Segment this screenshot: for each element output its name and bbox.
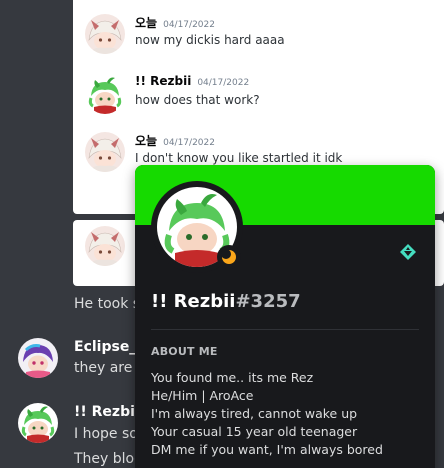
about-me-heading: ABOUT ME xyxy=(151,345,218,358)
hypesquad-balance-icon[interactable] xyxy=(399,243,417,261)
profile-tag: #3257 xyxy=(235,291,301,312)
quoted-timestamp: 04/17/2022 xyxy=(197,78,250,88)
user-profile-popout: !! Rezbii#3257 ABOUT ME You found me.. i… xyxy=(135,165,435,468)
about-me-line: Your casual 15 year old teenager xyxy=(151,424,358,439)
quoted-message: 오늘 04/17/2022 now my dickis hard aaaa xyxy=(85,14,285,54)
quoted-text: how does that work? xyxy=(135,93,260,107)
quoted-author: !! Rezbii xyxy=(135,74,192,88)
divider xyxy=(151,329,419,330)
profile-username: !! Rezbii#3257 xyxy=(151,291,301,312)
avatar xyxy=(85,14,125,54)
quoted-author: 오늘 xyxy=(135,134,158,148)
quoted-author: 오늘 xyxy=(135,16,158,30)
avatar xyxy=(85,74,125,114)
message-author[interactable]: !! Rezbii xyxy=(74,404,140,420)
quoted-timestamp: 04/17/2022 xyxy=(163,20,215,30)
quoted-text: I don't know you like startled it idk xyxy=(135,151,343,165)
quoted-message: !! Rezbii 04/17/2022 how does that work? xyxy=(85,74,260,114)
message-text: They bloc xyxy=(74,451,142,467)
about-me-text: You found me.. its me Rez He/Him | AroAc… xyxy=(151,369,383,459)
idle-moon-icon xyxy=(217,245,241,269)
avatar[interactable] xyxy=(18,338,58,378)
profile-name: !! Rezbii xyxy=(151,291,236,312)
about-me-line: You found me.. its me Rez xyxy=(151,370,314,385)
quoted-text: now my dickis hard aaaa xyxy=(135,33,285,47)
message-text: He took s xyxy=(74,296,141,312)
about-me-line: DM me if you want, I'm always bored xyxy=(151,442,383,457)
quoted-timestamp: 04/17/2022 xyxy=(163,138,215,148)
avatar xyxy=(85,132,125,172)
message-text: I hope so xyxy=(74,426,138,442)
about-me-line: I'm always tired, cannot wake up xyxy=(151,406,358,421)
avatar xyxy=(85,226,125,266)
about-me-line: He/Him | AroAce xyxy=(151,388,254,403)
avatar[interactable] xyxy=(18,403,58,443)
